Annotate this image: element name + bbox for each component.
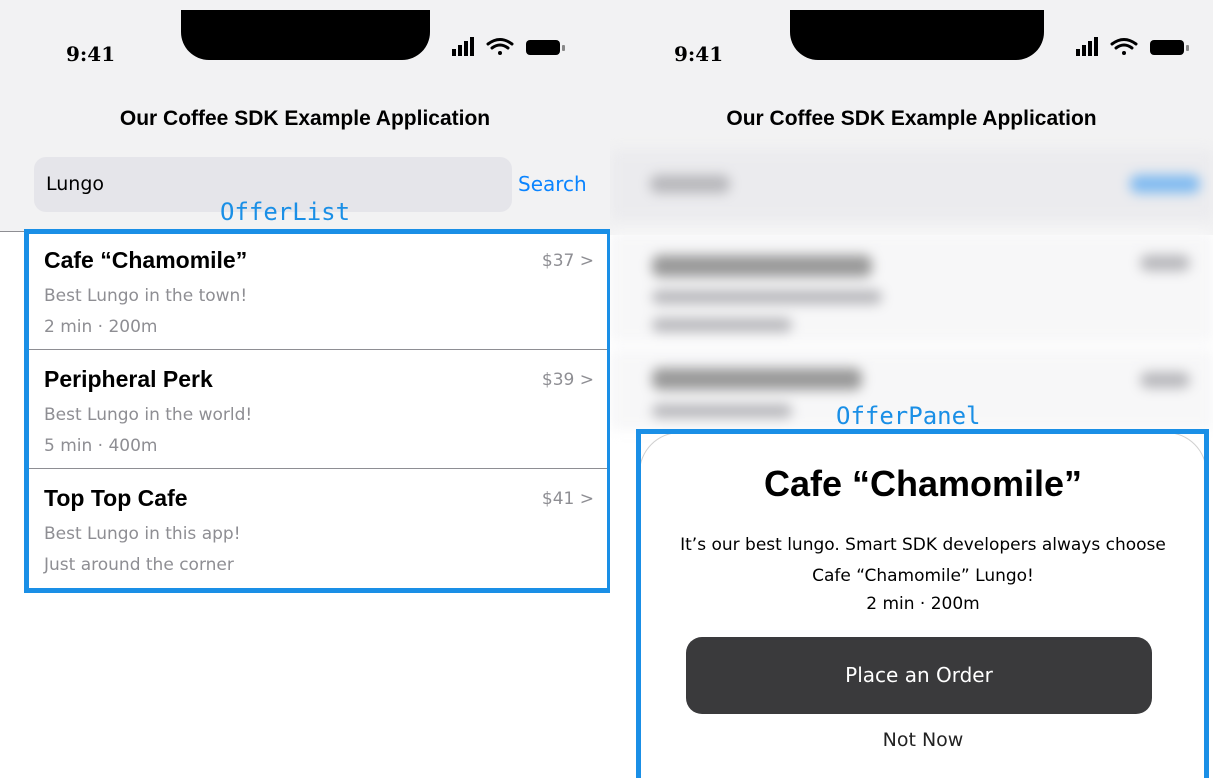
offer-list-label: OfferList [220,198,351,226]
wifi-icon [486,38,514,55]
signal-icon [452,37,474,56]
offer-panel-label: OfferPanel [836,402,981,430]
search-button[interactable]: Search [518,172,587,196]
battery-icon [526,40,565,55]
search-input-value: Lungo [46,173,105,195]
phone-screen-offer-panel: 9:41 Our Coffee SDK Example Application [610,0,1213,778]
phone-screen-offer-list: 9:41 Our Coffee SDK Example Application … [0,0,610,778]
app-title: Our Coffee SDK Example Application [119,107,491,130]
offer-panel-highlight [636,429,1209,778]
offer-list-highlight [24,229,610,593]
divider [0,231,24,232]
device-notch [181,10,430,60]
status-icons [452,36,570,58]
status-time: 9:41 [66,42,116,66]
